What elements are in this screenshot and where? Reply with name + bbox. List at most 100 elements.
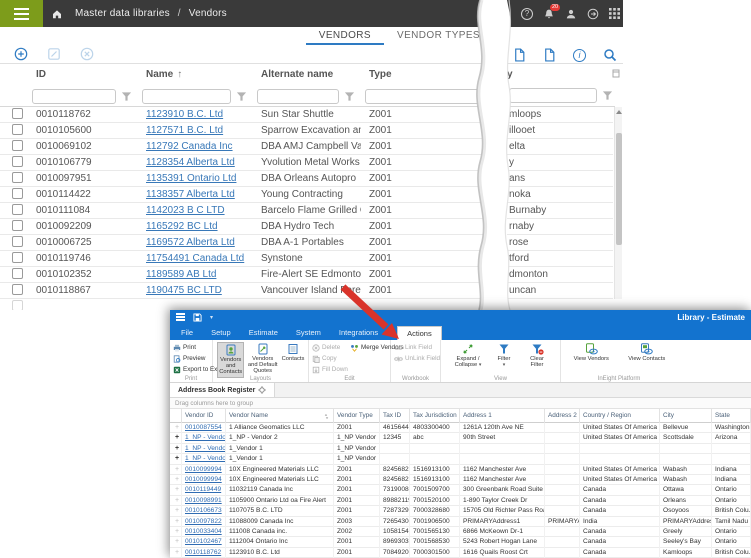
row-expander-icon[interactable]: + <box>173 506 181 516</box>
menu-item[interactable]: Actions <box>397 326 442 340</box>
vendor-id-link[interactable]: 0010099994 <box>185 476 222 483</box>
vendor-id-link[interactable]: 0010097822 <box>185 518 222 525</box>
row-expander-icon[interactable]: + <box>173 527 181 537</box>
scrollbar-thumb[interactable] <box>616 133 622 245</box>
row-expander-icon[interactable]: + <box>173 537 181 547</box>
row-checkbox[interactable] <box>12 188 23 199</box>
header-vendor-id[interactable]: Vendor ID <box>182 409 226 423</box>
search-icon[interactable] <box>603 48 617 62</box>
header-city[interactable]: City <box>660 409 712 423</box>
row-expander-icon[interactable]: + <box>173 454 181 464</box>
signout-icon[interactable] <box>587 8 599 20</box>
filter-button[interactable]: Filter▾ <box>491 342 517 369</box>
row-checkbox[interactable] <box>12 140 23 151</box>
filter-funnel-icon[interactable] <box>602 90 613 101</box>
row-checkbox[interactable] <box>12 124 23 135</box>
vendor-id-link[interactable]: 1_NP - Vendor2 <box>185 434 226 441</box>
vendor-name-link[interactable]: 1190475 BC LTD <box>146 285 222 296</box>
row-expander-icon[interactable]: + <box>173 475 181 485</box>
row-checkbox[interactable] <box>12 172 23 183</box>
view-contacts-button[interactable]: View Contacts <box>623 342 671 363</box>
header-tax-jurisdiction[interactable]: Tax Jurisdiction <box>410 409 460 423</box>
menu-item[interactable]: Integrations <box>330 326 387 340</box>
save-icon[interactable] <box>193 313 202 322</box>
header-type[interactable]: Type <box>361 69 497 80</box>
vertical-scrollbar[interactable] <box>614 107 622 299</box>
vendor-id-link[interactable]: 0010106673 <box>185 507 222 514</box>
main-menu-button[interactable] <box>0 0 43 27</box>
row-expander-icon[interactable]: + <box>173 444 181 454</box>
expand-collapse-button[interactable]: Expand / Collapse ▾ <box>451 342 485 369</box>
vendor-name-link[interactable]: 1135391 Ontario Ltd <box>146 173 236 184</box>
vendor-name-link[interactable]: 112792 Canada Inc <box>146 141 233 152</box>
vendor-id-link[interactable]: 0010119449 <box>185 486 221 493</box>
menu-item[interactable]: File <box>172 326 202 340</box>
tab-vendor-types[interactable]: VENDOR TYPES <box>384 27 493 45</box>
group-by-hint[interactable]: Drag columns here to group <box>170 398 751 409</box>
home-icon[interactable] <box>51 8 63 20</box>
contacts-layout-button[interactable]: Contacts <box>281 342 305 363</box>
menu-item[interactable]: System <box>287 326 330 340</box>
filter-alternate-input[interactable] <box>257 89 339 104</box>
header-vendor-type[interactable]: Vendor Type <box>334 409 380 423</box>
row-expander-icon[interactable]: + <box>173 433 181 443</box>
tab-vendors[interactable]: VENDORS <box>306 27 384 45</box>
add-vendor-button[interactable] <box>14 47 28 61</box>
row-checkbox[interactable] <box>12 220 23 231</box>
notifications-bell-icon[interactable]: 20 <box>543 8 555 20</box>
header-address-1[interactable]: Address 1 <box>460 409 545 423</box>
row-checkbox[interactable] <box>12 156 23 167</box>
header-tax-id[interactable]: Tax ID <box>380 409 410 423</box>
quick-access-caret-icon[interactable]: ▾ <box>210 314 213 321</box>
row-expander-icon[interactable]: + <box>173 548 181 558</box>
row-expander-icon[interactable]: + <box>173 465 181 475</box>
menu-item[interactable]: Setup <box>202 326 240 340</box>
window-menu-icon[interactable] <box>176 316 185 318</box>
vendor-name-link[interactable]: 1189589 AB Ltd <box>146 269 216 280</box>
row-expander-icon[interactable]: + <box>173 485 181 495</box>
filter-name-input[interactable] <box>142 89 231 104</box>
import-doc-icon[interactable] <box>543 48 556 62</box>
row-expander-icon[interactable]: + <box>173 517 181 527</box>
vendor-name-link[interactable]: 1142023 B C LTD <box>146 205 225 216</box>
filter-funnel-icon[interactable] <box>344 91 355 102</box>
view-vendors-button[interactable]: View Vendors <box>568 342 614 363</box>
vendor-id-link[interactable]: 0010033404 <box>185 528 222 535</box>
edit-vendor-button[interactable] <box>47 47 61 61</box>
link-field-button[interactable]: Link Field <box>394 342 438 353</box>
header-name[interactable]: Name↑ <box>138 69 253 80</box>
vendor-name-link[interactable]: 1169572 Alberta Ltd <box>146 237 235 248</box>
breadcrumb-root[interactable]: Master data libraries <box>75 8 170 19</box>
vendor-id-link[interactable]: 0010099994 <box>185 466 222 473</box>
copy-button[interactable]: Copy <box>312 353 346 364</box>
header-country-region[interactable]: Country / Region <box>580 409 660 423</box>
vendor-id-link[interactable]: 0010102467 <box>185 538 222 545</box>
vendor-id-link[interactable]: 1_NP - Vendor1 <box>185 455 226 462</box>
preview-button[interactable]: Preview <box>173 353 210 364</box>
delete-button[interactable]: Delete <box>312 342 346 353</box>
row-checkbox[interactable] <box>12 108 23 119</box>
export-excel-button[interactable]: Export to Excel <box>173 364 210 375</box>
vendor-name-link[interactable]: 1138357 Alberta Ltd <box>146 189 235 200</box>
tab-address-book-register[interactable]: Address Book Register <box>170 383 275 397</box>
vendor-id-link[interactable]: 0010098991 <box>185 497 222 504</box>
header-id[interactable]: ID <box>28 69 138 80</box>
header-vendor-name[interactable]: Vendor Name <box>226 409 334 423</box>
row-checkbox[interactable] <box>12 284 23 295</box>
menu-item[interactable]: Estimate <box>240 326 287 340</box>
row-checkbox[interactable] <box>12 204 23 215</box>
vendor-name-link[interactable]: 1165292 BC Ltd <box>146 221 218 232</box>
header-alternate-name[interactable]: Alternate name <box>253 69 361 80</box>
vendor-id-link[interactable]: 0010087554 <box>185 424 222 431</box>
vendor-id-link[interactable]: 0010118762 <box>185 549 221 556</box>
header-state[interactable]: State <box>712 409 751 423</box>
apps-grid-icon[interactable] <box>609 8 620 19</box>
fill-down-button[interactable]: Fill Down <box>312 364 346 375</box>
vendor-name-link[interactable]: 1128354 Alberta Ltd <box>146 157 235 168</box>
vendor-name-link[interactable]: 1123910 B.C. Ltd <box>146 109 223 120</box>
vendors-contacts-layout-button[interactable]: Vendors and Contacts <box>217 342 244 378</box>
print-button[interactable]: Print <box>173 342 210 353</box>
gear-icon[interactable] <box>258 386 266 394</box>
export-doc-icon[interactable] <box>513 48 526 62</box>
unlink-field-button[interactable]: UnLink Field <box>394 353 438 364</box>
